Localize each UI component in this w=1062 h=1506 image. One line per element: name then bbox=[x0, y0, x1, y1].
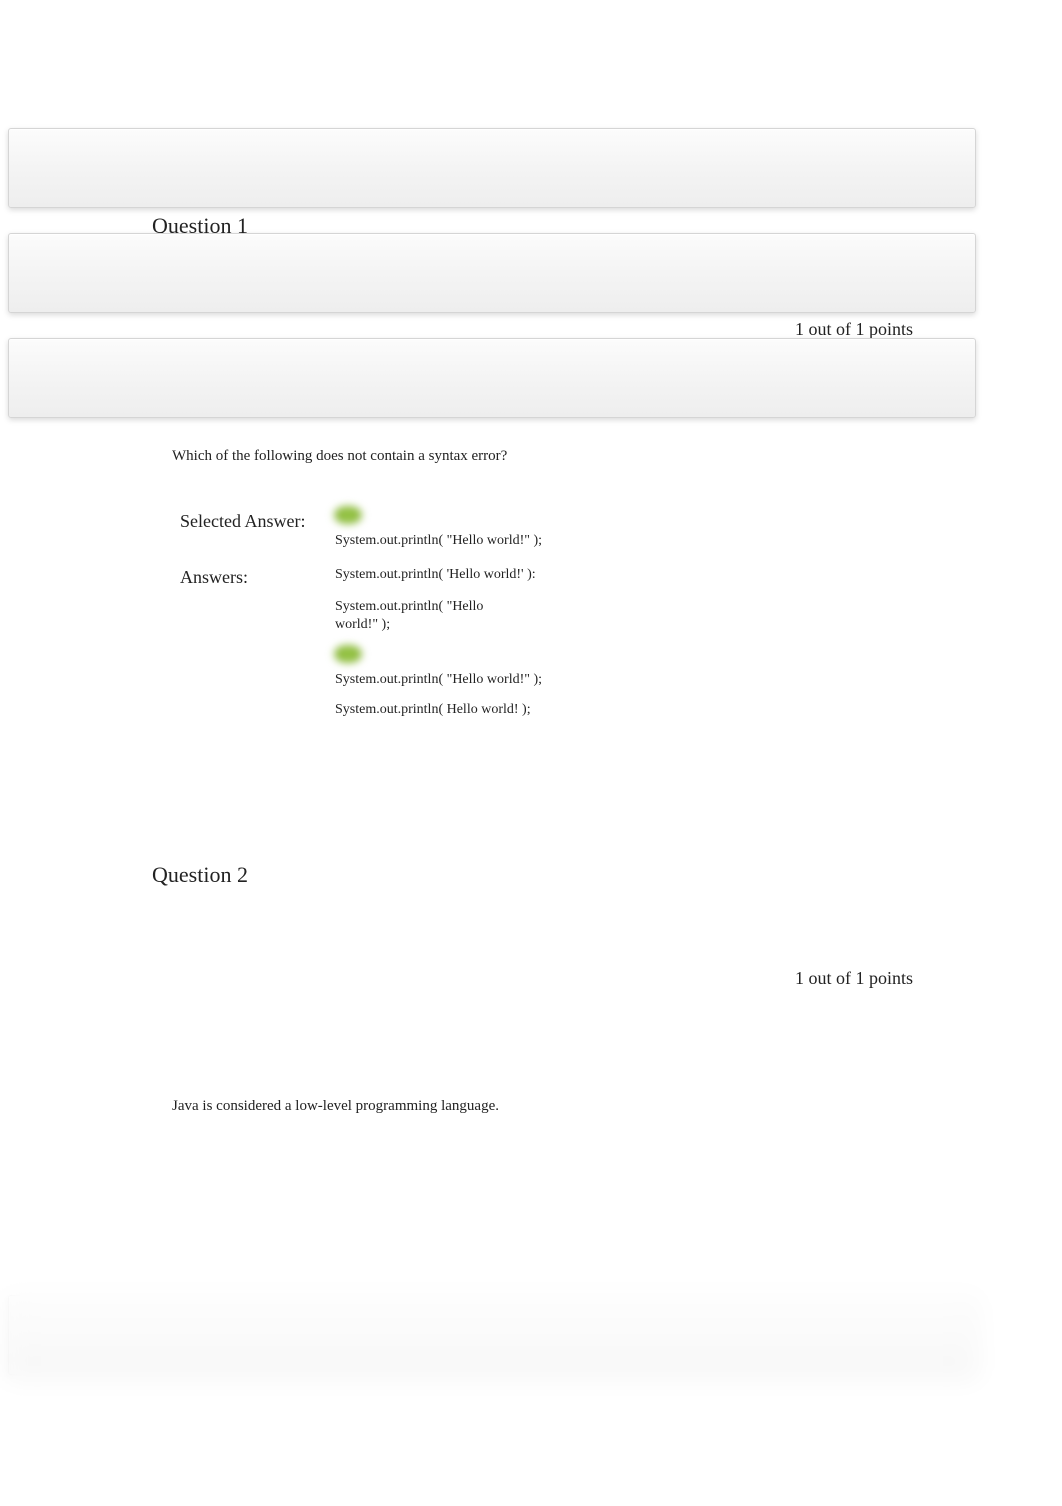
panel-q2-bottom bbox=[8, 1295, 976, 1375]
answers-row: Answers: System.out.println( 'Hello worl… bbox=[180, 566, 630, 719]
question-1-text: Which of the following does not contain … bbox=[172, 448, 507, 465]
panel-q1-mid bbox=[8, 233, 976, 313]
panel-q1-header bbox=[8, 128, 976, 208]
answer-option: System.out.println( "Hello world!" ); bbox=[335, 649, 630, 689]
answer-option: System.out.println( Hello world! ); bbox=[335, 701, 630, 719]
selected-answer-text: System.out.println( "Hello world!" ); bbox=[335, 532, 630, 550]
answer-option: System.out.println( 'Hello world!' ): bbox=[335, 566, 630, 584]
question-2-title: Question 2 bbox=[152, 862, 248, 888]
correct-icon bbox=[333, 645, 363, 663]
selected-answer-row: Selected Answer: System.out.println( "He… bbox=[180, 510, 630, 550]
answers-label: Answers: bbox=[180, 566, 335, 719]
question-2-text: Java is considered a low-level programmi… bbox=[172, 1098, 499, 1115]
question-2-points: 1 out of 1 points bbox=[795, 968, 913, 989]
answer-option: System.out.println( "Hello world!" ); bbox=[335, 598, 515, 634]
correct-icon bbox=[333, 506, 363, 524]
panel-q1-bottom bbox=[8, 338, 976, 418]
question-1-points: 1 out of 1 points bbox=[795, 319, 913, 340]
selected-answer-label: Selected Answer: bbox=[180, 510, 335, 550]
